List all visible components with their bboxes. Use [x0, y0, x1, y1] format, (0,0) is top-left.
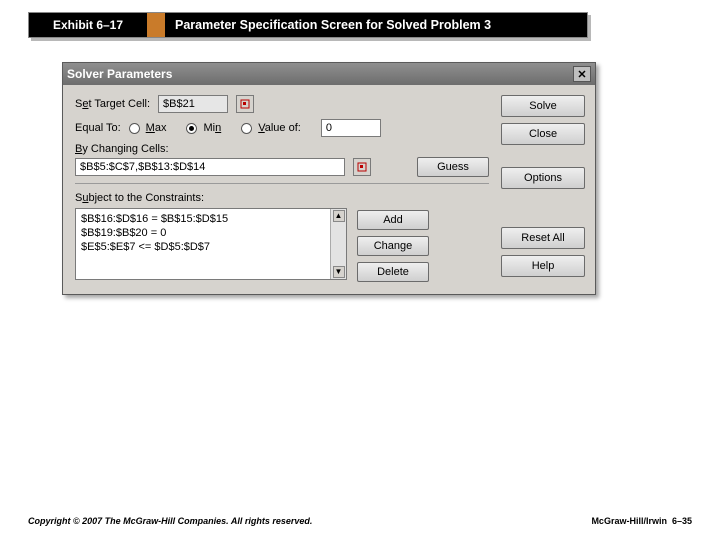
radio-max-label: Max: [146, 122, 167, 134]
radio-max-icon: [129, 123, 140, 134]
radio-max[interactable]: Max: [129, 122, 167, 134]
copyright-text: Copyright © 2007 The McGraw-Hill Compani…: [28, 516, 312, 526]
radio-valueof-label: Value of:: [258, 122, 301, 134]
add-button[interactable]: Add: [357, 210, 429, 230]
target-cell-input[interactable]: [158, 95, 228, 113]
divider: [75, 183, 489, 184]
reset-all-button[interactable]: Reset All: [501, 227, 585, 249]
solve-button[interactable]: Solve: [501, 95, 585, 117]
constraint-row: $E$5:$E$7 <= $D$5:$D$7: [81, 240, 341, 254]
close-button-side[interactable]: Close: [501, 123, 585, 145]
solver-dialog: Solver Parameters ✕ Set Target Cell: Equ…: [62, 62, 596, 295]
scrollbar[interactable]: ▲ ▼: [330, 209, 346, 279]
range-picker-icon-2[interactable]: [353, 158, 371, 176]
options-button[interactable]: Options: [501, 167, 585, 189]
help-button[interactable]: Help: [501, 255, 585, 277]
exhibit-tab: Exhibit 6–17: [29, 13, 147, 37]
dialog-title: Solver Parameters: [67, 67, 172, 81]
radio-valueof-icon: [241, 123, 252, 134]
constraints-label: Subject to the Constraints:: [75, 192, 204, 204]
constraints-listbox[interactable]: $B$16:$D$16 = $B$15:$D$15 $B$19:$B$20 = …: [75, 208, 347, 280]
radio-valueof[interactable]: Value of:: [241, 122, 301, 134]
radio-min-label: Min: [203, 122, 221, 134]
equal-to-label: Equal To:: [75, 122, 121, 134]
close-button[interactable]: ✕: [573, 66, 591, 82]
constraint-row: $B$16:$D$16 = $B$15:$D$15: [81, 212, 341, 226]
banner-title: Parameter Specification Screen for Solve…: [165, 13, 587, 37]
delete-button[interactable]: Delete: [357, 262, 429, 282]
banner-separator: [147, 13, 165, 37]
constraint-row: $B$19:$B$20 = 0: [81, 226, 341, 240]
radio-min-icon: [186, 123, 197, 134]
range-picker-icon[interactable]: [236, 95, 254, 113]
scroll-up-icon[interactable]: ▲: [333, 210, 345, 222]
changing-cells-label: By Changing Cells:: [75, 143, 169, 155]
change-button[interactable]: Change: [357, 236, 429, 256]
changing-cells-input[interactable]: [75, 158, 345, 176]
guess-button[interactable]: Guess: [417, 157, 489, 177]
valueof-input[interactable]: [321, 119, 381, 137]
footer-right: McGraw-Hill/Irwin 6–35: [591, 516, 692, 526]
radio-min[interactable]: Min: [186, 122, 221, 134]
close-icon: ✕: [577, 68, 586, 81]
target-cell-label: Set Target Cell:: [75, 98, 150, 110]
scroll-down-icon[interactable]: ▼: [333, 266, 345, 278]
dialog-titlebar: Solver Parameters ✕: [63, 63, 595, 85]
